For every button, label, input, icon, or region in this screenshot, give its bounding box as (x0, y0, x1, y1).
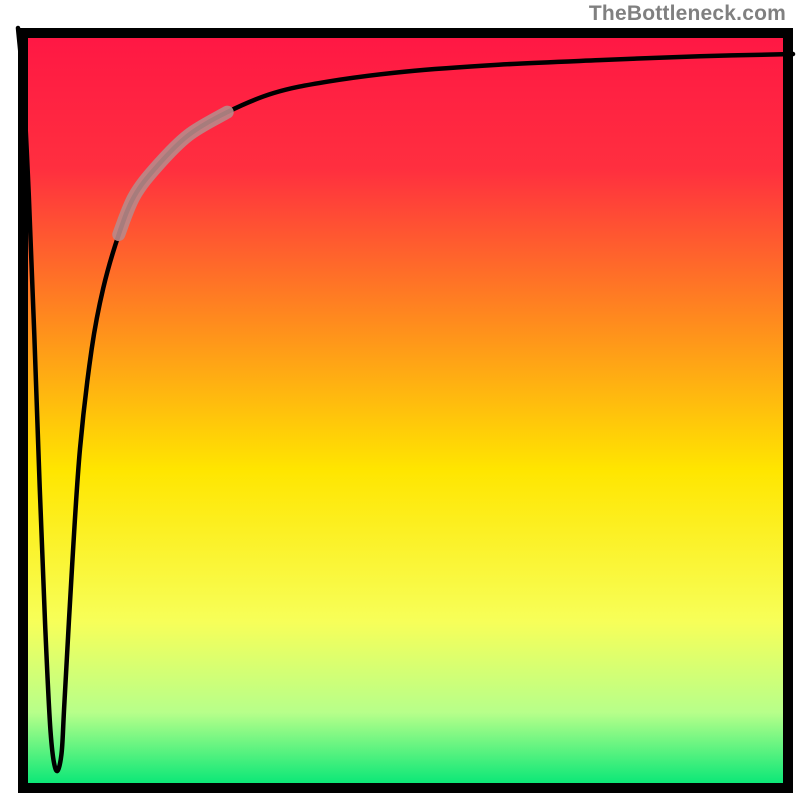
plot-background (23, 33, 788, 788)
bottleneck-chart (0, 0, 800, 800)
chart-stage: TheBottleneck.com (0, 0, 800, 800)
